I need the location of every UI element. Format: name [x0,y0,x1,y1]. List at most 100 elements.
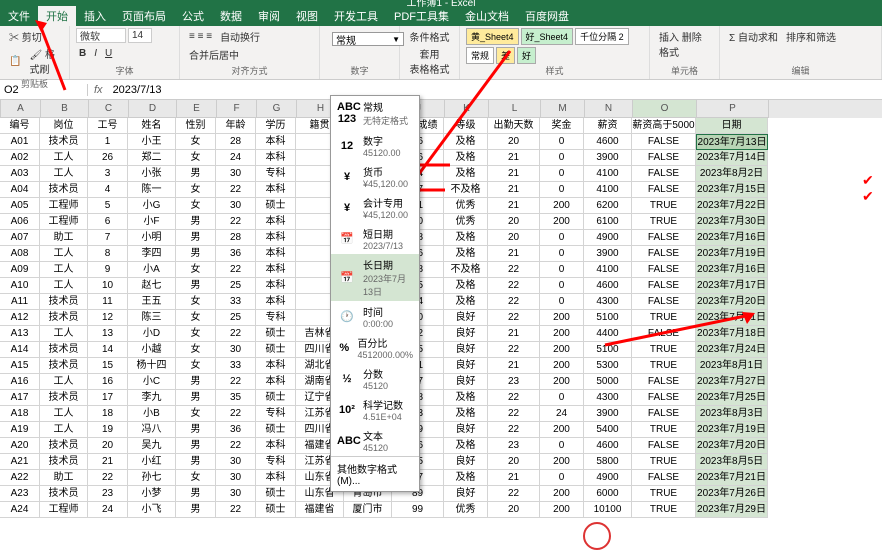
data-cell[interactable]: 4900 [584,470,632,486]
data-cell[interactable]: 及格 [444,390,488,406]
data-cell[interactable]: 22 [488,294,540,310]
data-cell[interactable]: 5000 [584,374,632,390]
data-cell[interactable]: 专科 [256,166,296,182]
data-cell[interactable]: A09 [0,262,40,278]
data-cell[interactable]: 23 [488,438,540,454]
insert-cells-button[interactable]: 插入 删除 格式 [656,28,713,60]
data-cell[interactable]: TRUE [632,198,696,214]
data-cell[interactable]: 5 [88,198,128,214]
data-cell[interactable]: FALSE [632,182,696,198]
data-cell[interactable]: 0 [540,294,584,310]
fx-icon[interactable]: fx [88,84,109,96]
data-cell[interactable]: 本科 [256,470,296,486]
data-cell[interactable]: 22 [216,438,256,454]
data-cell[interactable]: A03 [0,166,40,182]
data-cell[interactable]: 陈一 [128,182,176,198]
data-cell[interactable]: 30 [216,486,256,502]
data-cell[interactable]: 17 [88,390,128,406]
number-format-dropdown[interactable]: 常规 ▼ [332,32,404,46]
data-cell[interactable]: 20 [488,214,540,230]
data-cell[interactable]: 本科 [256,182,296,198]
data-cell[interactable]: 技术员 [40,454,88,470]
data-cell[interactable]: 技术员 [40,438,88,454]
data-cell[interactable]: 本科 [256,150,296,166]
data-cell[interactable]: 硕士 [256,486,296,502]
data-cell[interactable]: FALSE [632,278,696,294]
col-header[interactable]: E [177,100,217,118]
data-cell[interactable]: A24 [0,502,40,518]
data-cell[interactable]: 3 [88,166,128,182]
data-cell[interactable]: 助工 [40,470,88,486]
data-cell[interactable]: 200 [540,326,584,342]
data-cell[interactable]: A11 [0,294,40,310]
data-cell[interactable]: 0 [540,438,584,454]
col-header[interactable]: B [41,100,89,118]
data-cell[interactable]: 良好 [444,422,488,438]
data-cell[interactable]: 22 [488,262,540,278]
data-cell[interactable]: 22 [216,214,256,230]
paste-button[interactable]: 📋 [6,55,24,68]
data-cell[interactable]: 22 [216,502,256,518]
data-cell[interactable]: 6 [88,214,128,230]
data-cell[interactable]: 本科 [256,278,296,294]
data-cell[interactable]: 工人 [40,326,88,342]
data-cell[interactable]: 24 [216,150,256,166]
data-cell[interactable]: 优秀 [444,198,488,214]
data-cell[interactable]: 2023年7月13日 [696,134,768,150]
data-cell[interactable]: 女 [176,358,216,374]
data-cell[interactable]: 30 [216,454,256,470]
data-cell[interactable]: 2023年8月5日 [696,454,768,470]
format-option-长日期[interactable]: 📅长日期2023年7月13日 [331,254,419,301]
data-cell[interactable]: 女 [176,150,216,166]
data-cell[interactable]: 技术员 [40,294,88,310]
data-cell[interactable]: FALSE [632,406,696,422]
data-cell[interactable]: 2023年7月30日 [696,214,768,230]
data-cell[interactable]: 4100 [584,166,632,182]
col-header[interactable]: M [541,100,585,118]
data-cell[interactable]: 24 [540,406,584,422]
data-cell[interactable]: 工人 [40,246,88,262]
format-option-文本[interactable]: ABC文本45120 [331,425,419,456]
data-cell[interactable]: 男 [176,166,216,182]
data-cell[interactable]: A06 [0,214,40,230]
data-cell[interactable]: 22 [88,470,128,486]
tab-layout[interactable]: 页面布局 [114,6,174,26]
data-cell[interactable]: 24 [88,502,128,518]
data-cell[interactable]: 11 [88,294,128,310]
data-cell[interactable]: 男 [176,422,216,438]
data-cell[interactable]: 4600 [584,438,632,454]
data-cell[interactable]: FALSE [632,230,696,246]
format-option-科学记数[interactable]: 10²科学记数4.51E+04 [331,394,419,425]
data-cell[interactable]: 技术员 [40,134,88,150]
data-cell[interactable]: 技术员 [40,358,88,374]
font-size-input[interactable] [128,28,152,43]
format-option-数字[interactable]: 12数字45120.00 [331,130,419,161]
data-cell[interactable]: 22 [488,486,540,502]
data-cell[interactable]: 30 [216,198,256,214]
header-cell[interactable]: 姓名 [128,118,176,134]
data-cell[interactable]: A08 [0,246,40,262]
data-cell[interactable]: 小F [128,214,176,230]
format-option-短日期[interactable]: 📅短日期2023/7/13 [331,223,419,254]
data-cell[interactable]: 及格 [444,406,488,422]
more-formats-link[interactable]: 其他数字格式(M)... [331,456,419,491]
data-cell[interactable]: 小C [128,374,176,390]
data-cell[interactable]: 女 [176,198,216,214]
data-cell[interactable]: 4300 [584,390,632,406]
data-cell[interactable]: 本科 [256,358,296,374]
data-cell[interactable]: 4900 [584,230,632,246]
data-cell[interactable]: 2023年8月1日 [696,358,768,374]
data-cell[interactable]: 0 [540,470,584,486]
data-cell[interactable]: 工人 [40,406,88,422]
data-cell[interactable]: 36 [216,422,256,438]
autosum-button[interactable]: Σ 自动求和 [726,28,781,45]
data-cell[interactable]: 2023年7月16日 [696,262,768,278]
sort-button[interactable]: 排序和筛选 [783,28,839,45]
data-cell[interactable]: 200 [540,358,584,374]
format-option-百分比[interactable]: %百分比4512000.00% [331,332,419,363]
data-cell[interactable]: 女 [176,342,216,358]
data-cell[interactable]: 4 [88,182,128,198]
data-cell[interactable]: 良好 [444,454,488,470]
data-cell[interactable]: 200 [540,342,584,358]
data-cell[interactable]: 21 [488,198,540,214]
